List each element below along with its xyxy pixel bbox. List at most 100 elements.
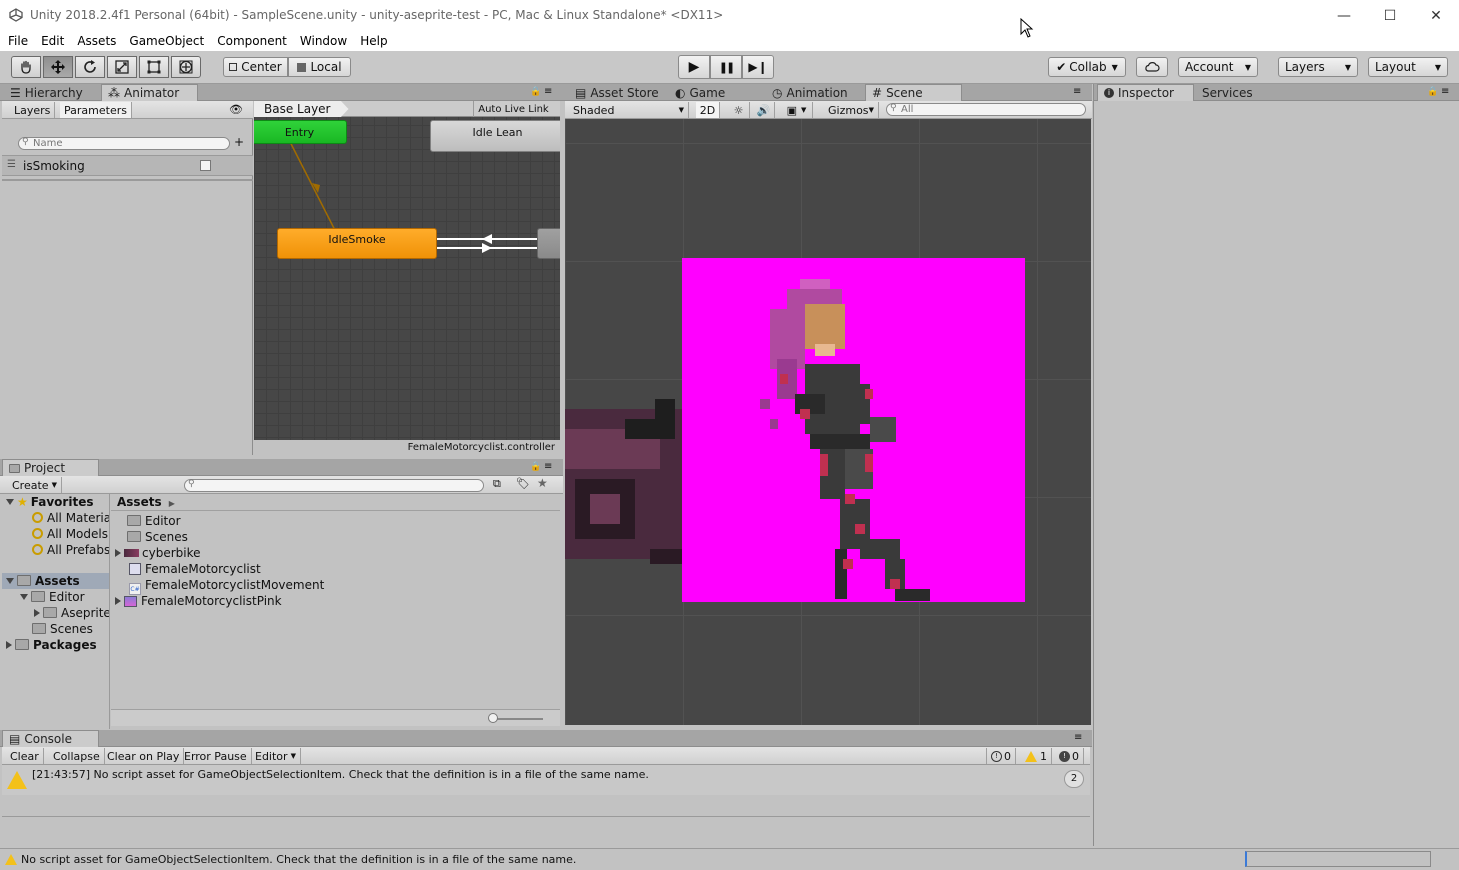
file-item-editor[interactable]: Editor — [127, 514, 181, 528]
tree-aseprite[interactable]: Aseprite — [34, 606, 109, 620]
state-node-entry[interactable]: Entry — [254, 120, 347, 144]
pivot-center-button[interactable]: Center — [223, 57, 288, 77]
tab-parameters[interactable]: Parameters — [60, 102, 132, 118]
tree-scenes[interactable]: Scenes — [32, 622, 93, 636]
audio-toggle[interactable]: 🔊 — [753, 102, 775, 118]
drag-handle-icon[interactable]: ☰ — [7, 159, 16, 170]
eye-icon[interactable]: 👁 — [229, 103, 243, 116]
add-parameter-button[interactable]: + — [234, 135, 244, 149]
parameter-search-input[interactable]: ⚲ Name — [18, 137, 230, 150]
account-dropdown[interactable]: Account ▼ — [1178, 57, 1258, 77]
menu-edit[interactable]: Edit — [41, 34, 64, 48]
animator-graph[interactable]: Base Layer Auto Live Link Entry Idle Lea… — [254, 101, 560, 455]
lighting-toggle[interactable]: ☼ — [728, 102, 750, 118]
console-clear-on-play-button[interactable]: Clear on Play — [103, 748, 185, 764]
parameter-bool-checkbox[interactable] — [200, 160, 211, 171]
panel-menu-icon[interactable]: ≡ — [1441, 86, 1449, 97]
mode-2d-toggle[interactable]: 2D — [696, 102, 720, 118]
scene-viewport[interactable] — [565, 119, 1091, 725]
collapse-arrow-icon[interactable] — [6, 641, 12, 649]
console-log-entry[interactable]: [21:43:57] No script asset for GameObjec… — [2, 765, 1090, 795]
panel-menu-icon[interactable]: ≡ — [1073, 86, 1081, 97]
console-clear-button[interactable]: Clear — [6, 748, 44, 764]
tab-scene[interactable]: # Scene — [865, 84, 962, 101]
rotate-tool-button[interactable] — [75, 56, 105, 78]
draw-mode-dropdown[interactable]: Shaded ▼ — [569, 102, 689, 118]
file-item-female-motorcyclist-movement[interactable]: C# FemaleMotorcyclistMovement — [129, 578, 324, 595]
gizmos-dropdown[interactable]: Gizmos ▼ — [824, 102, 879, 118]
expand-arrow-icon[interactable] — [20, 594, 28, 600]
move-tool-button[interactable] — [43, 56, 73, 78]
icon-size-slider-thumb[interactable] — [488, 713, 498, 723]
favorite-star-icon[interactable]: ★ — [537, 476, 548, 490]
collapse-arrow-icon[interactable] — [34, 609, 40, 617]
tree-packages[interactable]: Packages — [6, 638, 97, 652]
hand-tool-button[interactable] — [11, 56, 41, 78]
project-search-input[interactable]: ⚲ — [184, 479, 484, 492]
effects-dropdown[interactable]: ▣ ▼ — [781, 102, 813, 118]
error-count-toggle[interactable]: ! 0 — [986, 748, 1016, 764]
file-item-scenes[interactable]: Scenes — [127, 530, 188, 544]
panel-menu-icon[interactable]: ≡ — [1074, 732, 1082, 743]
file-item-cyberbike[interactable]: cyberbike — [115, 546, 201, 560]
file-item-female-motorcyclist-pink[interactable]: FemaleMotorcyclistPink — [115, 594, 282, 608]
collapse-arrow-icon[interactable] — [115, 549, 121, 557]
menu-gameobject[interactable]: GameObject — [129, 34, 204, 48]
scene-search-input[interactable]: ⚲ All — [886, 103, 1086, 116]
status-message[interactable]: No script asset for GameObjectSelectionI… — [21, 853, 576, 866]
cyberbike-sprite[interactable] — [565, 399, 683, 564]
cloud-button[interactable] — [1136, 57, 1168, 77]
scale-tool-button[interactable] — [107, 56, 137, 78]
lock-icon[interactable]: 🔒 — [530, 462, 541, 472]
panel-menu-icon[interactable]: ≡ — [544, 86, 552, 97]
file-item-female-motorcyclist[interactable]: FemaleMotorcyclist — [129, 562, 261, 576]
space-local-button[interactable]: Local — [288, 57, 351, 77]
tree-favorite-prefabs[interactable]: All Prefabs — [32, 543, 109, 557]
tree-favorite-models[interactable]: All Models — [32, 527, 108, 541]
lock-icon[interactable]: 🔒 — [530, 87, 541, 97]
menu-assets[interactable]: Assets — [77, 34, 116, 48]
close-button[interactable]: ✕ — [1413, 0, 1459, 31]
minimize-button[interactable]: — — [1321, 0, 1367, 31]
panel-menu-icon[interactable]: ≡ — [544, 461, 552, 472]
parameter-row-issmoking[interactable]: ☰ isSmoking — [2, 155, 253, 176]
collab-dropdown[interactable]: ✔ Collab ▼ — [1048, 57, 1126, 77]
state-node-offscreen[interactable] — [537, 228, 560, 259]
tab-inspector[interactable]: i Inspector — [1097, 84, 1194, 101]
tree-editor[interactable]: Editor — [20, 590, 85, 604]
tab-layers[interactable]: Layers — [10, 102, 56, 118]
step-button[interactable]: ▶❙ — [742, 55, 774, 79]
state-node-idle-smoke[interactable]: IdleSmoke — [277, 228, 437, 259]
menu-file[interactable]: File — [8, 34, 28, 48]
play-button[interactable]: ▶ — [678, 55, 710, 79]
transform-tool-button[interactable] — [171, 56, 201, 78]
layout-dropdown[interactable]: Layout ▼ — [1368, 57, 1448, 77]
tab-asset-store[interactable]: ▤ Asset Store — [569, 84, 665, 101]
tab-animation[interactable]: ◷ Animation — [766, 84, 854, 101]
tab-services[interactable]: Services — [1196, 84, 1259, 101]
tab-hierarchy[interactable]: ☰ Hierarchy — [4, 84, 89, 101]
tree-favorite-materials[interactable]: All Materia — [32, 511, 109, 525]
expand-arrow-icon[interactable] — [6, 578, 14, 584]
create-dropdown[interactable]: Create ▼ — [8, 477, 62, 493]
expand-arrow-icon[interactable] — [6, 499, 14, 505]
tab-console[interactable]: ▤ Console — [2, 730, 99, 747]
breadcrumb-assets[interactable]: Assets — [117, 495, 162, 509]
search-by-type-icon[interactable]: ⧉ — [493, 477, 501, 491]
icon-size-slider-track[interactable] — [491, 718, 543, 720]
tab-game[interactable]: ◐ Game — [669, 84, 731, 101]
lock-icon[interactable]: 🔒 — [1427, 87, 1438, 97]
collapse-arrow-icon[interactable] — [115, 597, 121, 605]
menu-help[interactable]: Help — [360, 34, 387, 48]
tree-favorites[interactable]: ★ Favorites — [6, 495, 93, 509]
rect-tool-button[interactable] — [139, 56, 169, 78]
console-collapse-button[interactable]: Collapse — [49, 748, 105, 764]
menu-window[interactable]: Window — [300, 34, 347, 48]
maximize-button[interactable]: ☐ — [1367, 0, 1413, 31]
state-node-idle-lean[interactable]: Idle Lean — [430, 120, 560, 152]
layers-dropdown[interactable]: Layers ▼ — [1278, 57, 1358, 77]
warning-count-toggle[interactable]: 1 — [1021, 748, 1052, 764]
search-by-label-icon[interactable]: 🏷 — [516, 477, 530, 490]
console-error-pause-button[interactable]: Error Pause — [180, 748, 252, 764]
tree-assets[interactable]: Assets — [2, 573, 109, 589]
